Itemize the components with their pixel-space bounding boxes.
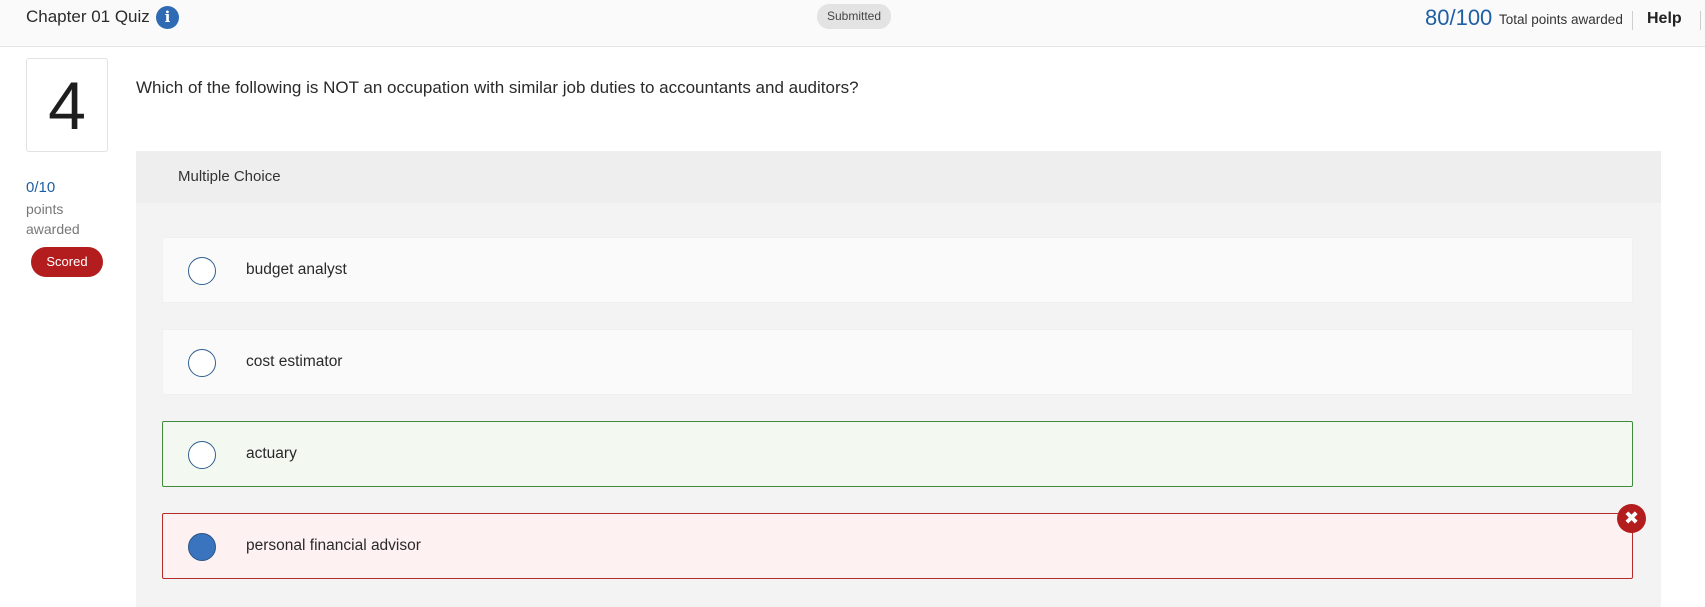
top-bar: Chapter 01 Quiz i Submitted 80/100 Total… bbox=[0, 0, 1705, 47]
radio-button[interactable] bbox=[188, 349, 216, 377]
option-label: actuary bbox=[246, 445, 297, 462]
status-badge: Submitted bbox=[817, 4, 892, 29]
option-label: cost estimator bbox=[246, 353, 343, 370]
question-number: 4 bbox=[26, 58, 108, 152]
close-icon: ✖ bbox=[1617, 504, 1646, 533]
option-budget-analyst[interactable]: budget analyst bbox=[162, 237, 1633, 303]
option-label: budget analyst bbox=[246, 261, 347, 278]
points-value: 0/10 bbox=[26, 179, 56, 196]
question-text: Which of the following is NOT an occupat… bbox=[136, 78, 859, 97]
option-label: personal financial advisor bbox=[246, 537, 421, 554]
question-type-label: Multiple Choice bbox=[178, 168, 281, 185]
radio-button[interactable] bbox=[188, 257, 216, 285]
help-link[interactable]: Help bbox=[1647, 10, 1682, 28]
divider bbox=[1632, 11, 1633, 30]
points-label: points awarded bbox=[26, 201, 80, 237]
option-personal-financial-advisor[interactable]: personal financial advisor bbox=[162, 513, 1633, 579]
total-score: 80/100 bbox=[1425, 5, 1493, 30]
question-type-header: Multiple Choice bbox=[136, 151, 1661, 203]
info-icon[interactable]: i bbox=[156, 6, 179, 29]
total-score-label: Total points awarded bbox=[1499, 12, 1623, 27]
answer-panel: Multiple Choice budget analyst cost esti… bbox=[136, 151, 1661, 607]
scored-badge: Scored bbox=[31, 247, 103, 277]
option-actuary[interactable]: actuary bbox=[162, 421, 1633, 487]
radio-button[interactable] bbox=[188, 441, 216, 469]
option-cost-estimator[interactable]: cost estimator bbox=[162, 329, 1633, 395]
divider bbox=[1700, 11, 1701, 30]
radio-button-selected[interactable] bbox=[188, 533, 216, 561]
quiz-title: Chapter 01 Quiz bbox=[26, 7, 150, 26]
